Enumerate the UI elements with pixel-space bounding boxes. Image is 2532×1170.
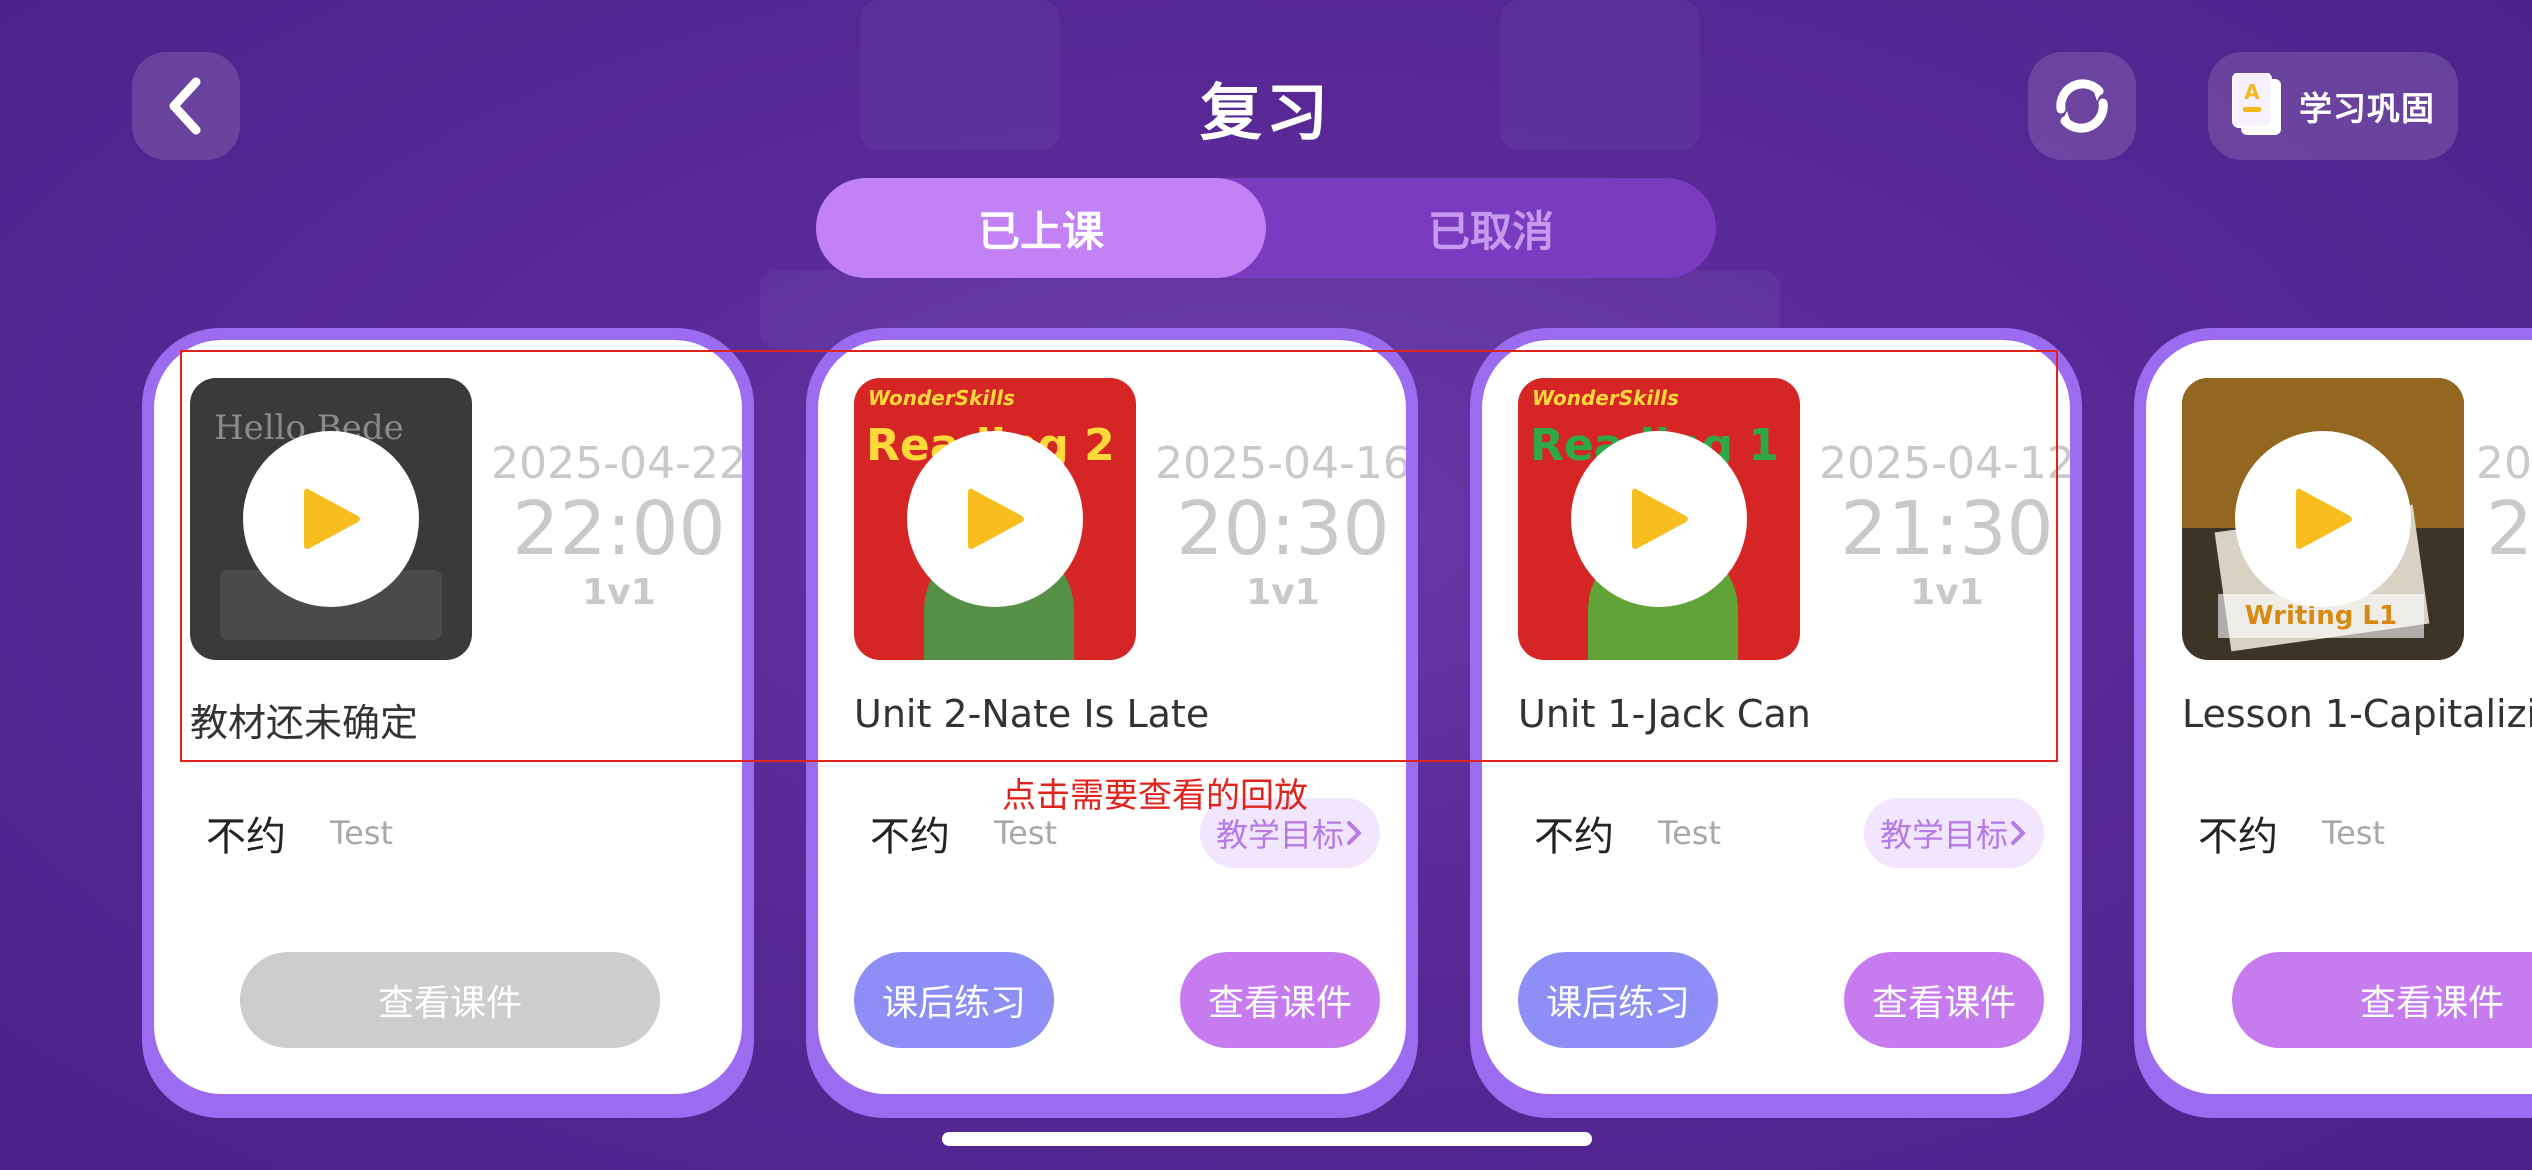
lesson-date: 2025-04-22 xyxy=(491,438,742,489)
page-title: 复习 xyxy=(1199,76,1332,149)
teacher-name: Test xyxy=(994,814,1058,852)
lesson-date: 2025-04-16 xyxy=(1155,438,1406,489)
lesson-title: Unit 1-Jack Can xyxy=(1518,692,1811,736)
homework-practice-button[interactable]: 课后练习 xyxy=(854,952,1054,1048)
lesson-time: 20:30 xyxy=(1176,486,1390,572)
svg-text:A: A xyxy=(2244,80,2260,104)
play-icon xyxy=(1632,488,1688,549)
view-courseware-button[interactable]: 查看课件 xyxy=(1180,952,1380,1048)
lesson-time: 21:30 xyxy=(1840,486,2054,572)
lesson-type: 1v1 xyxy=(1910,572,1984,613)
lesson-title: 教材还未确定 xyxy=(190,701,419,745)
lesson-thumbnail[interactable]: Writing L1 xyxy=(2182,378,2464,660)
teaching-goal-button[interactable]: 教学目标 xyxy=(1864,798,2044,868)
thumbnail-brand: WonderSkills xyxy=(1532,386,1679,410)
view-courseware-button[interactable]: 查看课件 xyxy=(2232,952,2532,1048)
homework-practice-button[interactable]: 课后练习 xyxy=(1518,952,1718,1048)
lesson-card[interactable]: WonderSkills Reading 2 2025-04-16 20:30 … xyxy=(806,328,1418,1118)
play-button[interactable] xyxy=(2235,431,2411,607)
play-icon xyxy=(968,488,1024,549)
lesson-date: 20 xyxy=(2476,438,2532,489)
lesson-card[interactable]: Writing L1 20 2 Lesson 1-Capitalizi 不约 T… xyxy=(2134,328,2532,1118)
lesson-type: 1v1 xyxy=(582,572,656,613)
view-courseware-button[interactable]: 查看课件 xyxy=(1844,952,2044,1048)
class-status-tabs: 已上课 已取消 xyxy=(816,178,1716,278)
teacher-name: Test xyxy=(1658,814,1722,852)
lesson-thumbnail[interactable]: WonderSkills Reading 1 xyxy=(1518,378,1800,660)
refresh-icon xyxy=(2056,79,2108,133)
study-consolidate-label: 学习巩固 xyxy=(2299,89,2435,128)
play-button[interactable] xyxy=(907,431,1083,607)
chevron-right-icon xyxy=(1347,821,1362,845)
play-icon xyxy=(304,488,360,549)
home-indicator[interactable] xyxy=(942,1132,1592,1146)
refresh-button[interactable] xyxy=(2028,52,2136,160)
lesson-title: Lesson 1-Capitalizi xyxy=(2182,692,2532,736)
lesson-thumbnail[interactable]: Hello Bede xyxy=(190,378,472,660)
thumbnail-brand: WonderSkills xyxy=(868,386,1015,410)
lesson-status: 不约 xyxy=(2198,814,2278,860)
teaching-goal-label: 教学目标 xyxy=(1879,816,2008,854)
lesson-time: 2 xyxy=(2486,486,2532,572)
teacher-name: Test xyxy=(2322,814,2386,852)
play-icon xyxy=(2296,488,2352,549)
lesson-type: 1v1 xyxy=(1246,572,1320,613)
tab-cancelled[interactable]: 已取消 xyxy=(1266,178,1716,278)
lesson-card[interactable]: WonderSkills Reading 1 2025-04-12 21:30 … xyxy=(1470,328,2082,1118)
study-consolidate-button[interactable]: A 学习巩固 xyxy=(2208,52,2458,160)
chevron-right-icon xyxy=(2011,821,2026,845)
lesson-status: 不约 xyxy=(206,814,286,860)
lesson-date: 2025-04-12 xyxy=(1819,438,2070,489)
study-book-icon: A xyxy=(2232,73,2281,135)
tab-attended[interactable]: 已上课 xyxy=(816,178,1266,278)
lesson-status: 不约 xyxy=(870,814,950,860)
teacher-name: Test xyxy=(330,814,394,852)
play-button[interactable] xyxy=(1571,431,1747,607)
play-button[interactable] xyxy=(243,431,419,607)
lesson-status: 不约 xyxy=(1534,814,1614,860)
lesson-title: Unit 2-Nate Is Late xyxy=(854,692,1210,736)
lesson-thumbnail[interactable]: WonderSkills Reading 2 xyxy=(854,378,1136,660)
lesson-time: 22:00 xyxy=(512,486,726,572)
annotation-text: 点击需要查看的回放 xyxy=(1002,776,1308,816)
lesson-card[interactable]: Hello Bede 2025-04-22 22:00 1v1 教材还未确定 不… xyxy=(142,328,754,1118)
view-courseware-button[interactable]: 查看课件 xyxy=(240,952,660,1048)
